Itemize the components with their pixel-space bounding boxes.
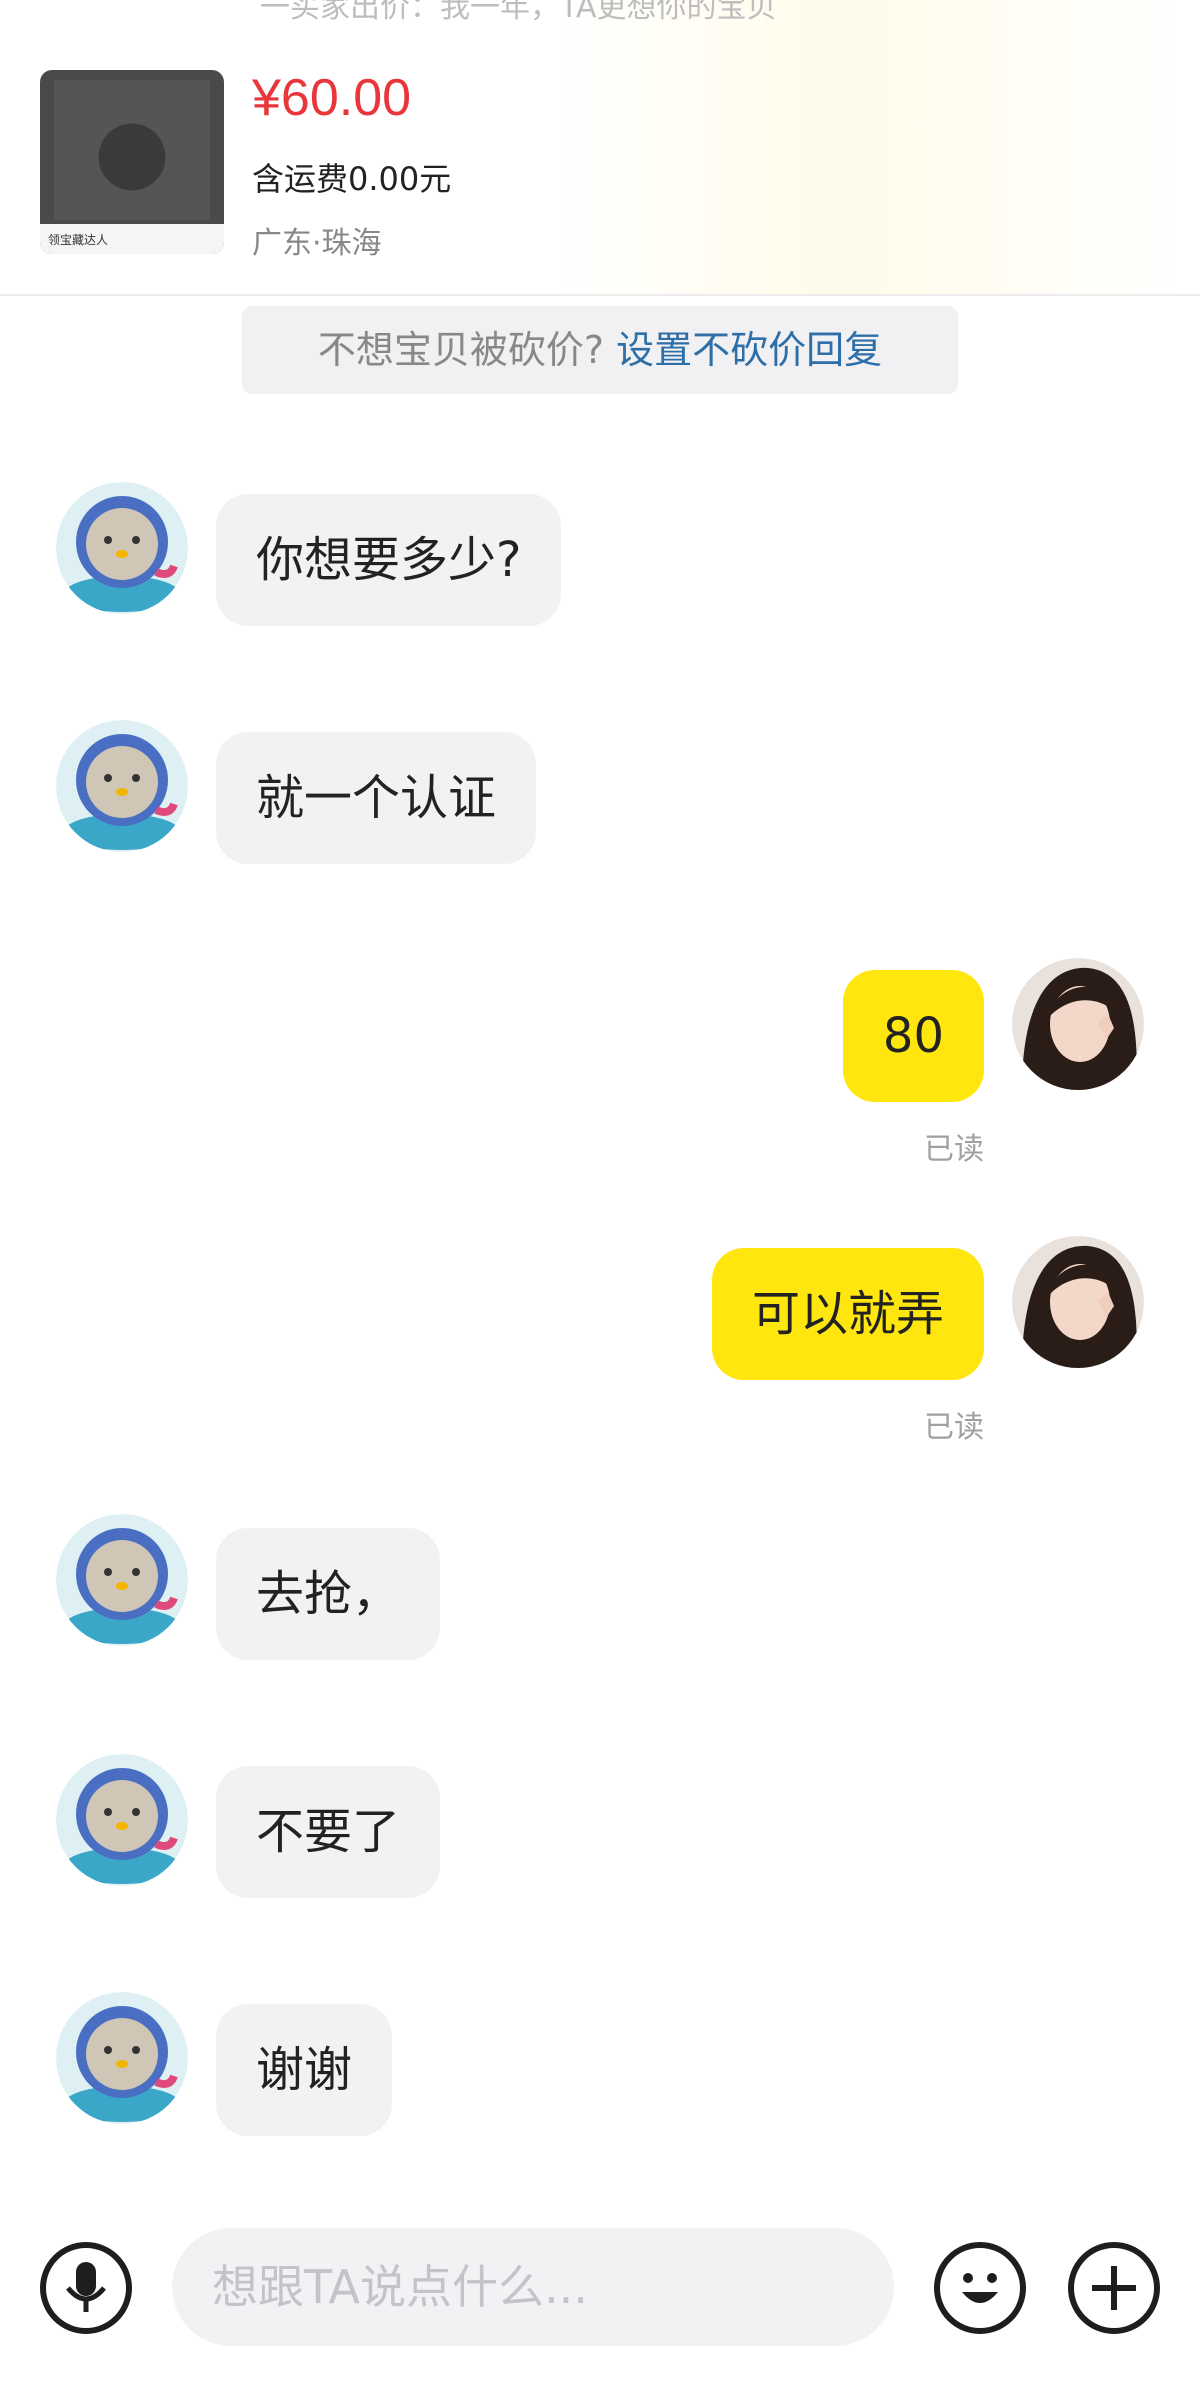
product-price: ¥60.00 [252, 69, 412, 127]
own-message-bubble[interactable]: 80 [842, 970, 984, 1102]
read-status: 已读 [924, 1410, 984, 1445]
user-photo-icon [1012, 958, 1144, 1090]
product-image [54, 80, 210, 220]
message-bubble[interactable]: 谢谢 [216, 2004, 393, 2136]
peer-avatar[interactable] [56, 482, 188, 614]
seller-location: 广东·珠海 [252, 226, 382, 261]
own-avatar[interactable] [1012, 958, 1144, 1090]
peer-avatar[interactable] [56, 1754, 188, 1886]
cat-avatar-icon [56, 720, 188, 852]
cat-avatar-icon [56, 1992, 188, 2124]
no-bargain-reply-link[interactable]: 设置不砍价回复 [616, 328, 882, 372]
product-thumbnail[interactable]: 领宝藏达人 [40, 70, 224, 254]
emoji-button[interactable] [934, 2242, 1026, 2334]
own-avatar[interactable] [1012, 1236, 1144, 1368]
message-input[interactable] [172, 2228, 894, 2346]
notice-text: 不想宝贝被砍价? [317, 328, 617, 372]
cat-avatar-icon [56, 1754, 188, 1886]
cat-avatar-icon [56, 482, 188, 614]
product-card[interactable]: 领宝藏达人 ¥60.00 含运费0.00元 广东·珠海 [0, 0, 1200, 296]
chat-input-bar [0, 2200, 1200, 2384]
message-bubble[interactable]: 不要了 [216, 1766, 441, 1898]
peer-avatar[interactable] [56, 1992, 188, 2124]
thumbnail-label: 领宝藏达人 [40, 224, 224, 254]
peer-avatar[interactable] [56, 1514, 188, 1646]
read-status: 已读 [924, 1132, 984, 1167]
bargain-notice: 不想宝贝被砍价? 设置不砍价回复 [242, 306, 958, 394]
plus-icon [1092, 2266, 1136, 2310]
cat-avatar-icon [56, 1514, 188, 1646]
voice-button[interactable] [40, 2242, 132, 2334]
peer-avatar[interactable] [56, 720, 188, 852]
top-hint-text: 一买家出价：我一年，TA更想你的宝贝 [260, 0, 777, 25]
smiley-icon [962, 2273, 998, 2303]
more-button[interactable] [1068, 2242, 1160, 2334]
microphone-icon [66, 2262, 106, 2312]
message-bubble[interactable]: 你想要多少? [216, 494, 562, 626]
own-message-bubble[interactable]: 可以就弄 [711, 1248, 984, 1380]
message-bubble[interactable]: 就一个认证 [216, 732, 537, 864]
user-photo-icon [1012, 1236, 1144, 1368]
message-bubble[interactable]: 去抢， [216, 1528, 441, 1660]
shipping-fee: 含运费0.00元 [252, 160, 452, 198]
